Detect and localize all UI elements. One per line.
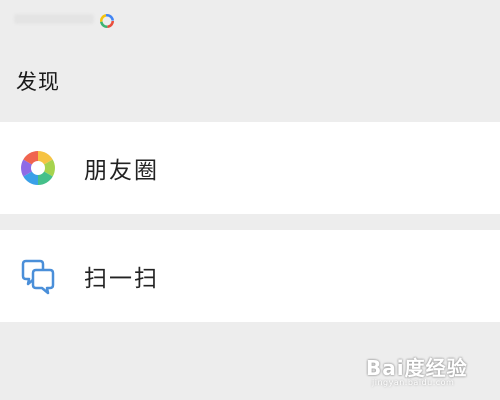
page-header: 发现 [0,44,500,122]
scan-item[interactable]: 扫一扫 [0,230,500,322]
status-info [14,14,94,24]
app-notification-icon [100,14,114,28]
watermark-subtext: jingyan.baidu.com [372,378,455,387]
scan-icon [21,259,55,295]
moments-item[interactable]: 朋友圈 [0,122,500,214]
status-bar [0,0,500,44]
baidu-watermark: Bai度经验 jingyan.baidu.com [366,346,486,392]
page-title: 发现 [16,70,60,94]
moments-icon [21,151,55,185]
moments-label: 朋友圈 [84,158,159,184]
scan-label: 扫一扫 [84,266,159,292]
watermark-text: Bai度经验 [366,356,468,380]
